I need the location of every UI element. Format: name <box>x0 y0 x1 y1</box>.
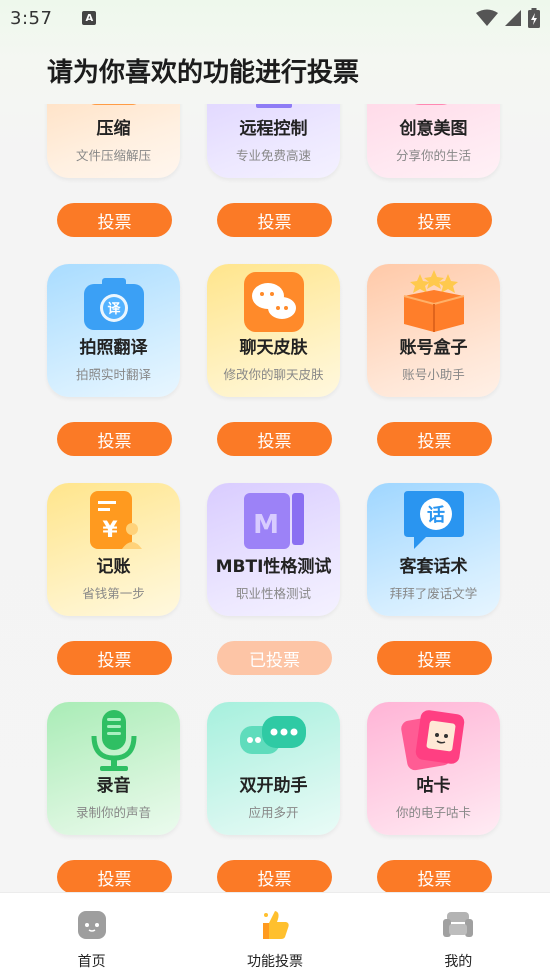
feature-card-recording[interactable]: 录音 录制你的声音 <box>47 702 180 835</box>
feature-card-remote-control[interactable]: 远程控制 专业免费高速 <box>207 104 340 178</box>
battery-icon <box>528 8 540 28</box>
feature-item: 录音 录制你的声音 投票 <box>47 702 180 892</box>
feature-card-guka[interactable]: 咕卡 你的电子咕卡 <box>367 702 500 835</box>
tab-mine[interactable]: 我的 <box>367 893 550 979</box>
feature-name: 录音 <box>96 776 131 796</box>
camera-translate-icon: 译 <box>80 270 148 336</box>
feature-desc: 专业免费高速 <box>235 148 311 163</box>
vote-button-compress[interactable]: 投票 <box>57 203 172 237</box>
double-chat-icon <box>240 708 308 774</box>
feature-desc: 录制你的声音 <box>75 805 151 820</box>
feature-card-account-box[interactable]: 账号盒子 账号小助手 <box>367 264 500 397</box>
vote-button-bookkeeping[interactable]: 投票 <box>57 641 172 675</box>
translate-glyph: 译 <box>107 302 121 317</box>
feature-name: 聊天皮肤 <box>239 338 308 358</box>
status-indicators <box>476 8 540 28</box>
feature-desc: 你的电子咕卡 <box>395 805 471 820</box>
thumbs-up-icon <box>262 911 289 939</box>
feature-item: 咕卡 你的电子咕卡 投票 <box>367 702 500 892</box>
feature-item: ¥ 记账 省钱第一步 投票 <box>47 483 180 702</box>
vote-button-creative-photo[interactable]: 投票 <box>377 203 492 237</box>
vote-button-polite-phrases[interactable]: 投票 <box>377 641 492 675</box>
feature-desc: 拍照实时翻译 <box>75 367 151 382</box>
feature-name: 账号盒子 <box>399 338 468 358</box>
feature-item: 聊天皮肤 修改你的聊天皮肤 投票 <box>207 264 340 483</box>
feature-card-creative-photo[interactable]: 创意美图 分享你的生活 <box>367 104 500 178</box>
feature-card-mbti[interactable]: M MBTI性格测试 职业性格测试 <box>207 483 340 616</box>
status-bar: 3:57 A <box>0 0 550 36</box>
feature-name: 创意美图 <box>399 119 468 139</box>
tab-label: 我的 <box>444 954 473 970</box>
feature-item: 话 客套话术 拜拜了废话文学 投票 <box>367 483 500 702</box>
feature-name: 远程控制 <box>239 119 308 139</box>
feature-card-compress[interactable]: 压缩 文件压缩解压 <box>47 104 180 178</box>
feature-card-photo-translate[interactable]: 译 拍照翻译 拍照实时翻译 <box>47 264 180 397</box>
tab-home[interactable]: 首页 <box>0 893 183 979</box>
feature-desc: 账号小助手 <box>402 367 465 382</box>
speech-glyph: 话 <box>427 504 445 526</box>
tab-feature-vote[interactable]: 功能投票 <box>183 893 366 979</box>
vote-button-remote-control[interactable]: 投票 <box>217 203 332 237</box>
feature-item: 远程控制 专业免费高速 投票 <box>207 104 340 264</box>
vote-button-mbti[interactable]: 已投票 <box>217 641 332 675</box>
tab-label: 功能投票 <box>246 954 303 970</box>
yen-glyph: ¥ <box>102 518 118 543</box>
feature-desc: 文件压缩解压 <box>75 148 151 163</box>
feature-name: 客套话术 <box>399 557 468 577</box>
feature-card-polite-phrases[interactable]: 话 客套话术 拜拜了废话文学 <box>367 483 500 616</box>
feature-grid: 压缩 文件压缩解压 投票 远程控制 专业免费高速 投票 创意美图 分享你的生活 … <box>47 104 500 892</box>
feature-item: 译 拍照翻译 拍照实时翻译 投票 <box>47 264 180 483</box>
tab-label: 首页 <box>77 954 106 970</box>
vote-button-chat-skin[interactable]: 投票 <box>217 422 332 456</box>
feature-name: MBTI性格测试 <box>215 557 332 577</box>
feature-list[interactable]: 压缩 文件压缩解压 投票 远程控制 专业免费高速 投票 创意美图 分享你的生活 … <box>0 104 550 892</box>
vote-button-guka[interactable]: 投票 <box>377 860 492 892</box>
feature-desc: 省钱第一步 <box>82 586 145 601</box>
mbti-glyph: M <box>253 510 279 540</box>
profile-sofa-icon <box>443 912 474 937</box>
feature-name: 咕卡 <box>416 776 451 796</box>
chat-bubbles-icon <box>240 270 308 336</box>
feature-name: 拍照翻译 <box>79 338 148 358</box>
wifi-icon <box>476 9 498 26</box>
feature-desc: 分享你的生活 <box>395 148 471 163</box>
star-box-icon <box>400 270 468 336</box>
feature-desc: 职业性格测试 <box>235 586 311 601</box>
feature-item: M MBTI性格测试 职业性格测试 已投票 <box>207 483 340 702</box>
page-title: 请为你喜欢的功能进行投票 <box>47 58 360 88</box>
feature-desc: 修改你的聊天皮肤 <box>223 367 324 382</box>
notification-a-icon: A <box>82 11 97 25</box>
feature-item: 双开助手 应用多开 投票 <box>207 702 340 892</box>
vote-button-recording[interactable]: 投票 <box>57 860 172 892</box>
feature-name: 双开助手 <box>239 776 308 796</box>
feature-item: 压缩 文件压缩解压 投票 <box>47 104 180 264</box>
bottom-tab-bar: 首页 功能投票 我的 <box>0 892 550 979</box>
feature-card-chat-skin[interactable]: 聊天皮肤 修改你的聊天皮肤 <box>207 264 340 397</box>
feature-desc: 应用多开 <box>248 805 299 820</box>
feature-item: 创意美图 分享你的生活 投票 <box>367 104 500 264</box>
feature-desc: 拜拜了废话文学 <box>389 586 478 601</box>
feature-card-dual-app[interactable]: 双开助手 应用多开 <box>207 702 340 835</box>
photo-card-icon <box>400 708 468 774</box>
microphone-icon <box>80 708 148 774</box>
status-time: 3:57 <box>10 7 53 29</box>
feature-card-bookkeeping[interactable]: ¥ 记账 省钱第一步 <box>47 483 180 616</box>
home-face-icon <box>77 911 106 939</box>
signal-icon <box>505 10 521 26</box>
feature-item: 账号盒子 账号小助手 投票 <box>367 264 500 483</box>
yen-receipt-icon: ¥ <box>80 489 148 555</box>
vote-button-photo-translate[interactable]: 投票 <box>57 422 172 456</box>
vote-button-account-box[interactable]: 投票 <box>377 422 492 456</box>
mbti-book-icon: M <box>240 489 308 555</box>
vote-button-dual-app[interactable]: 投票 <box>217 860 332 892</box>
feature-name: 记账 <box>96 557 131 577</box>
feature-name: 压缩 <box>96 119 131 139</box>
speech-bubble-icon: 话 <box>400 489 468 555</box>
